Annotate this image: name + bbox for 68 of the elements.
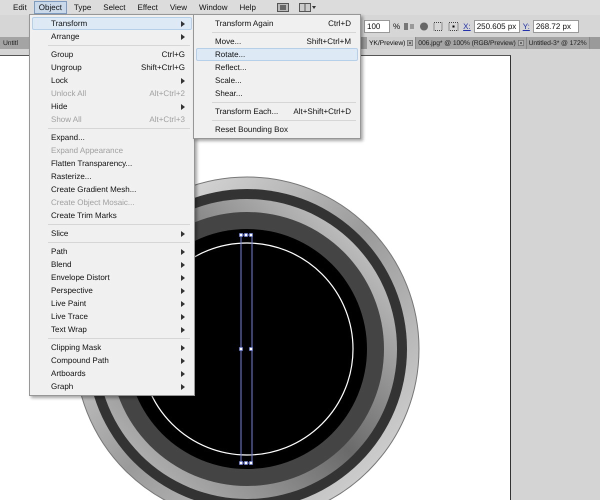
- submenu-arrow-icon: [181, 104, 185, 110]
- y-field[interactable]: 268.72 px: [532, 20, 579, 32]
- y-label: Y:: [522, 22, 530, 30]
- menu-item[interactable]: Rasterize...: [32, 170, 192, 183]
- submenu-arrow-icon: [181, 314, 185, 320]
- submenu-arrow-icon: [181, 384, 185, 390]
- opacity-field[interactable]: 100: [364, 20, 390, 32]
- menu-item[interactable]: Live Trace: [32, 310, 192, 323]
- submenu-arrow-icon: [181, 230, 185, 236]
- menu-bar-item[interactable]: Type: [68, 1, 96, 14]
- submenu-arrow-icon: [181, 344, 185, 350]
- menu-item[interactable]: Transform: [32, 17, 192, 30]
- submenu-arrow-icon: [181, 274, 185, 280]
- menu-bar-item[interactable]: Object: [34, 1, 67, 14]
- menu-item[interactable]: Group Ctrl+G: [32, 48, 192, 61]
- selected-rectangle[interactable]: [239, 233, 253, 465]
- submenu-arrow-icon: [181, 370, 185, 376]
- submenu-arrow-icon: [181, 288, 185, 294]
- menu-item[interactable]: Shear...: [196, 87, 358, 100]
- menu-item[interactable]: Path: [32, 245, 192, 258]
- menu-item[interactable]: Reset Bounding Box: [196, 123, 358, 136]
- menu-item[interactable]: Reflect...: [196, 61, 358, 74]
- menu-item[interactable]: Expand...: [32, 131, 192, 144]
- submenu-arrow-icon: [181, 262, 185, 268]
- submenu-arrow-icon: [181, 34, 185, 40]
- close-icon[interactable]: [518, 40, 524, 46]
- menu-bar-item[interactable]: Window: [194, 1, 232, 14]
- menu-item[interactable]: Flatten Transparency...: [32, 157, 192, 170]
- arrange-documents-icon[interactable]: [298, 3, 317, 12]
- grid-icon[interactable]: [433, 22, 446, 30]
- x-label: X:: [463, 22, 471, 30]
- menu-item[interactable]: Graph: [32, 380, 192, 393]
- menu-item[interactable]: Transform Again Ctrl+D: [196, 17, 358, 30]
- menu-item[interactable]: Clipping Mask: [32, 341, 192, 354]
- menu-item[interactable]: Create Gradient Mesh...: [32, 183, 192, 196]
- menu-item[interactable]: Create Trim Marks: [32, 209, 192, 222]
- menu-item[interactable]: Blend: [32, 258, 192, 271]
- submenu-arrow-icon: [181, 300, 185, 306]
- menu-item[interactable]: Envelope Distort: [32, 271, 192, 284]
- menu-item[interactable]: Perspective: [32, 284, 192, 297]
- percent-label: %: [393, 22, 400, 30]
- close-icon[interactable]: [407, 40, 414, 46]
- menu-item[interactable]: Text Wrap: [32, 323, 192, 336]
- menu-bar-item[interactable]: Effect: [132, 1, 163, 14]
- menu-item[interactable]: Hide: [32, 100, 192, 113]
- menu-bar-item[interactable]: View: [164, 1, 192, 14]
- menu-item[interactable]: Lock: [32, 74, 192, 87]
- submenu-arrow-icon: [181, 78, 185, 84]
- menu-item[interactable]: Rotate...: [196, 48, 358, 61]
- menu-item[interactable]: Artboards: [32, 367, 192, 380]
- menu-bar-item[interactable]: Select: [98, 1, 130, 14]
- menu-item[interactable]: Slice: [32, 227, 192, 240]
- align-icon[interactable]: [403, 22, 416, 30]
- submenu-arrow-icon: [181, 20, 185, 26]
- menu-item[interactable]: Live Paint: [32, 297, 192, 310]
- menu-item[interactable]: Arrange: [32, 30, 192, 43]
- menu-bar-item[interactable]: Edit: [8, 1, 32, 14]
- submenu-arrow-icon: [181, 248, 185, 254]
- menu-item[interactable]: Transform Each... Alt+Shift+Ctrl+D: [196, 105, 358, 118]
- menu-item[interactable]: Compound Path: [32, 354, 192, 367]
- submenu-arrow-icon: [181, 358, 185, 364]
- menu-item[interactable]: Ungroup Shift+Ctrl+G: [32, 61, 192, 74]
- x-field[interactable]: 250.605 px: [474, 20, 520, 32]
- menu-item[interactable]: Scale...: [196, 74, 358, 87]
- reference-point-icon[interactable]: [448, 22, 460, 30]
- submenu-arrow-icon: [181, 326, 185, 332]
- menu-bar-item[interactable]: Help: [234, 1, 261, 14]
- menu-item[interactable]: Move... Shift+Ctrl+M: [196, 35, 358, 48]
